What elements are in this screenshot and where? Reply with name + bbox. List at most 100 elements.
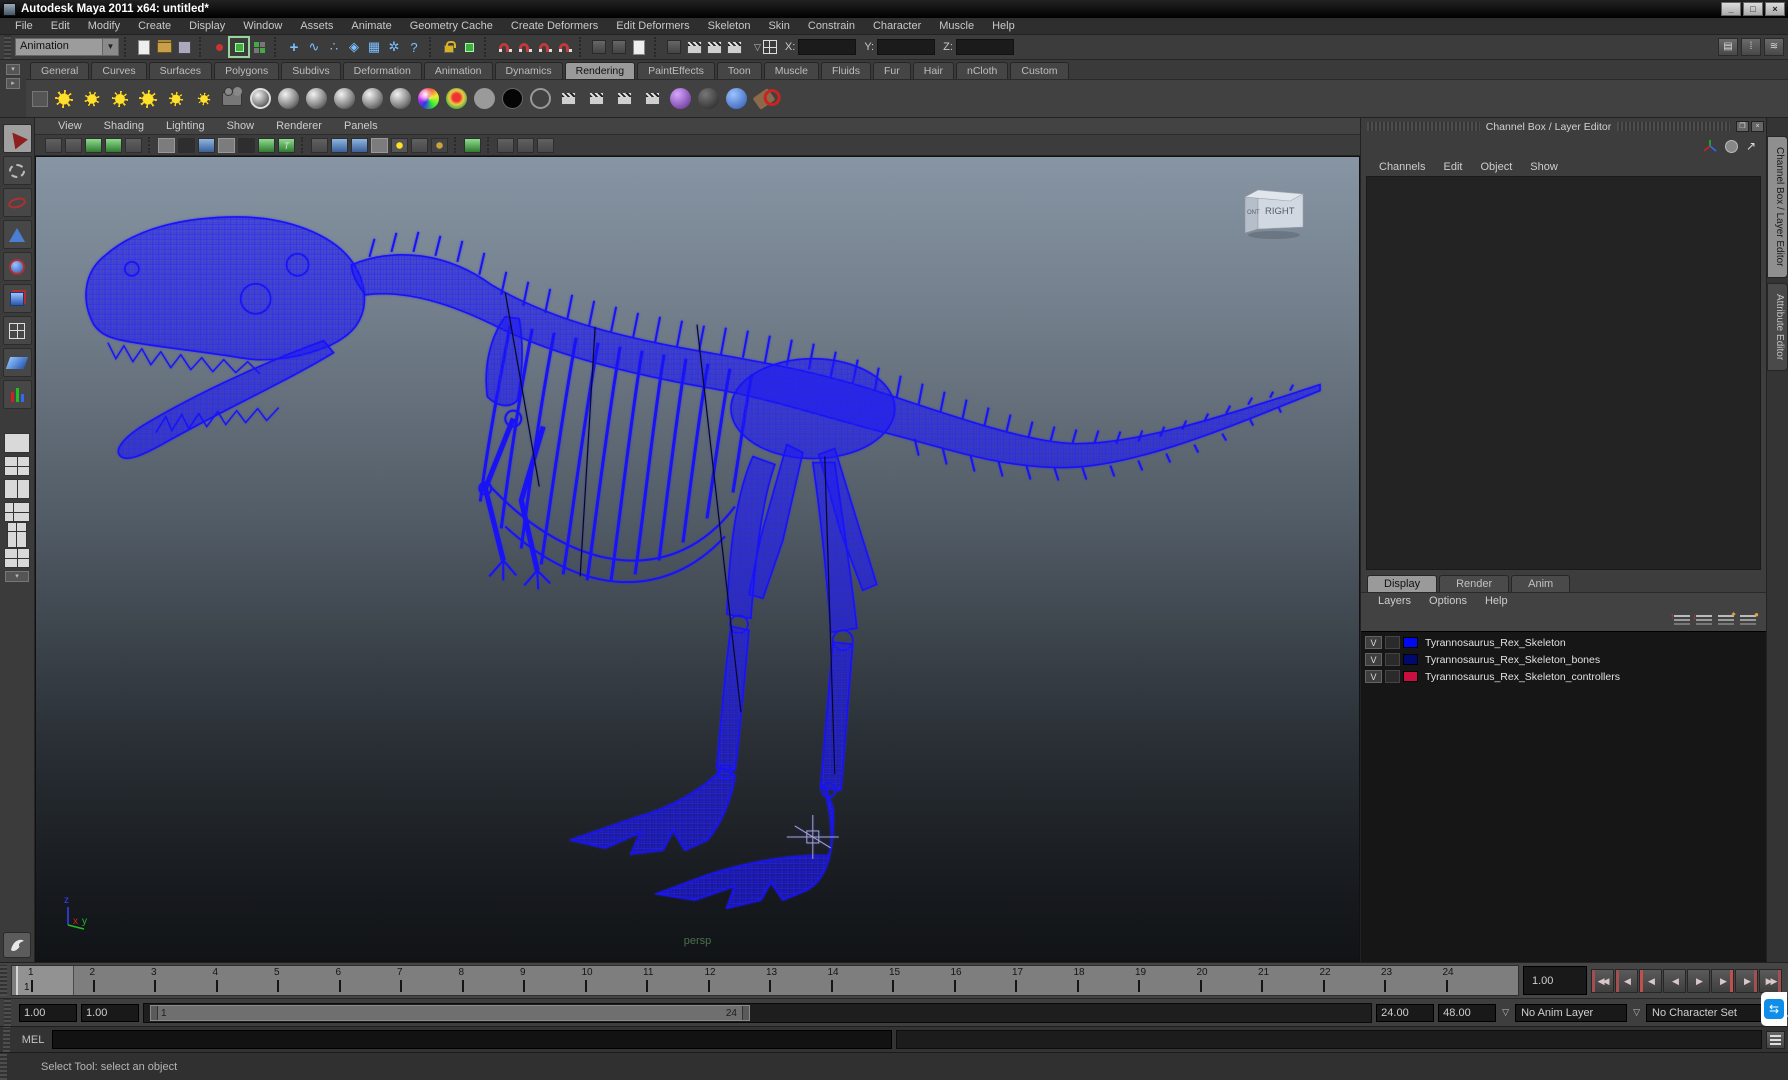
layers-menu[interactable]: Layers	[1369, 595, 1420, 607]
view-cube-side-label[interactable]: ONT	[1247, 210, 1260, 216]
menu-display[interactable]: Display	[180, 20, 234, 32]
lasso-select-tool-button[interactable]	[2, 156, 32, 185]
phonge-button[interactable]	[388, 87, 412, 111]
trex-skeleton-wireframe[interactable]	[36, 157, 1359, 962]
channel-list-area[interactable]	[1366, 176, 1761, 570]
paintfx-button[interactable]	[752, 87, 776, 111]
group-separator[interactable]	[579, 37, 584, 57]
textured-mode-icon[interactable]	[351, 137, 368, 153]
current-frame-marker[interactable]: 1	[16, 966, 74, 995]
shelf-tab-custom[interactable]: Custom	[1010, 62, 1069, 79]
close-button[interactable]: ×	[1765, 2, 1785, 16]
layer-color-swatch[interactable]	[1403, 671, 1418, 682]
shelf-tab-fluids[interactable]: Fluids	[820, 62, 871, 79]
output-connections-button[interactable]	[610, 38, 628, 56]
spot-light-button[interactable]	[80, 87, 104, 111]
shelf-tab-ncloth[interactable]: nCloth	[956, 62, 1009, 79]
shelf-tab-menu-button[interactable]: ▾	[6, 64, 20, 75]
surface-shader-button[interactable]	[472, 87, 496, 111]
current-time-field[interactable]: 1.00	[1523, 966, 1587, 995]
make-live-button[interactable]: ✲	[385, 38, 403, 56]
layer-visibility-toggle[interactable]: V	[1365, 670, 1382, 683]
tab-display[interactable]: Display	[1367, 575, 1438, 592]
view-cube-front-label[interactable]: RIGHT	[1265, 206, 1295, 217]
lock-selection-button[interactable]	[440, 38, 458, 56]
render-settings-button[interactable]	[725, 38, 743, 56]
shelf-tab-curves[interactable]: Curves	[91, 62, 147, 79]
minimize-button[interactable]: _	[1721, 2, 1741, 16]
resolution-gate-icon[interactable]	[218, 137, 235, 153]
manip-axis-icon[interactable]	[1703, 139, 1717, 153]
edit-menu[interactable]: Edit	[1435, 161, 1470, 173]
no-lights-icon[interactable]	[431, 137, 448, 153]
shading-group-button[interactable]	[248, 87, 272, 111]
gate-mask-icon[interactable]	[238, 137, 255, 153]
menu-skeleton[interactable]: Skeleton	[699, 20, 760, 32]
time-ruler[interactable]: 1 1 2 3 4 5 6 7 8 9 10 11 12 13 14 15 16 17 18 19 20 21 22 23 2…	[11, 965, 1519, 996]
ambient-light-button[interactable]	[192, 87, 216, 111]
selection-mask-icon[interactable]	[762, 40, 777, 54]
toolbox-extra-button[interactable]	[3, 932, 31, 958]
float-panel-button[interactable]: ❐	[1736, 121, 1749, 132]
blinn-button[interactable]	[304, 87, 328, 111]
shelf-tab-rendering[interactable]: Rendering	[564, 62, 636, 79]
help-menu[interactable]: Help	[1476, 595, 1517, 607]
snap-magnet-2-button[interactable]	[515, 38, 533, 56]
scale-tool-button[interactable]	[2, 284, 32, 313]
safe-title-icon[interactable]: T	[278, 137, 295, 153]
light-linking-button[interactable]	[668, 87, 692, 111]
layer-color-swatch[interactable]	[1403, 654, 1418, 665]
camera-name-label[interactable]: persp	[684, 935, 712, 947]
render-camera-button[interactable]	[220, 86, 244, 111]
panel-menu-shading[interactable]: Shading	[93, 120, 155, 132]
chevron-down-icon[interactable]: ▽	[752, 42, 763, 53]
shelf-tab-general[interactable]: General	[30, 62, 90, 79]
construction-history-button[interactable]	[630, 38, 648, 56]
panel-menu-renderer[interactable]: Renderer	[265, 120, 333, 132]
point-light-button[interactable]	[52, 87, 76, 111]
manip-arrow-icon[interactable]: ↗	[1746, 139, 1756, 153]
command-line-label[interactable]: MEL	[18, 1034, 48, 1046]
menu-modify[interactable]: Modify	[79, 20, 129, 32]
character-set-field[interactable]: No Character Set	[1646, 1003, 1764, 1022]
soft-modification-button[interactable]	[2, 348, 32, 377]
channels-menu[interactable]: Channels	[1371, 161, 1433, 173]
playback-start-field[interactable]: 1.00	[19, 1003, 77, 1022]
default-material-icon[interactable]	[311, 137, 328, 153]
animation-start-field[interactable]: 1.00	[81, 1003, 139, 1022]
y-input[interactable]	[877, 39, 936, 55]
snap-curve-button[interactable]: ∿	[305, 38, 323, 56]
object-menu[interactable]: Object	[1472, 161, 1520, 173]
xray-icon[interactable]	[497, 137, 514, 153]
options-menu[interactable]: Options	[1420, 595, 1476, 607]
command-line-input[interactable]	[52, 1030, 892, 1049]
shelf-tab-dynamics[interactable]: Dynamics	[494, 62, 563, 79]
shelf-tab-toon[interactable]: Toon	[716, 62, 762, 79]
go-to-start-button[interactable]: ◀◀	[1591, 968, 1614, 993]
more-layouts-button[interactable]: ▾	[5, 571, 29, 582]
menu-file[interactable]: File	[6, 20, 42, 32]
layer-playback-toggle[interactable]	[1385, 636, 1400, 649]
menu-create[interactable]: Create	[129, 20, 180, 32]
snap-magnet-4-button[interactable]	[555, 38, 573, 56]
menu-set-selector[interactable]: Animation ▼	[15, 38, 119, 56]
rotate-tool-button[interactable]	[2, 252, 32, 281]
shelf-tab-subdivs[interactable]: Subdivs	[281, 62, 341, 79]
shelf-tab-animation[interactable]: Animation	[423, 62, 493, 79]
step-back-key-button[interactable]: ◀	[1639, 968, 1662, 993]
ramp-shader-button[interactable]	[444, 87, 468, 111]
view-cube[interactable]: ONT RIGHT	[1241, 181, 1307, 241]
go-to-end-button[interactable]: ▶▶	[1759, 968, 1782, 993]
show-manipulator-button[interactable]	[2, 380, 32, 409]
show-channel-box-button[interactable]: ▤	[1718, 38, 1738, 56]
layer-name[interactable]: Tyrannosaurus_Rex_Skeleton	[1421, 637, 1566, 649]
menu-geometry-cache[interactable]: Geometry Cache	[401, 20, 502, 32]
show-tool-settings-button[interactable]: ⁞	[1741, 38, 1761, 56]
layer-playback-toggle[interactable]	[1385, 653, 1400, 666]
render-frame-button[interactable]	[556, 87, 580, 111]
range-slider-track[interactable]: 1 24	[143, 1002, 1373, 1023]
menu-edit-deformers[interactable]: Edit Deformers	[607, 20, 698, 32]
layer-row[interactable]: V Tyrannosaurus_Rex_Skeleton	[1361, 634, 1766, 651]
move-layer-up-icon[interactable]: ↑	[1670, 611, 1690, 626]
manip-dial-icon[interactable]	[1724, 139, 1738, 153]
